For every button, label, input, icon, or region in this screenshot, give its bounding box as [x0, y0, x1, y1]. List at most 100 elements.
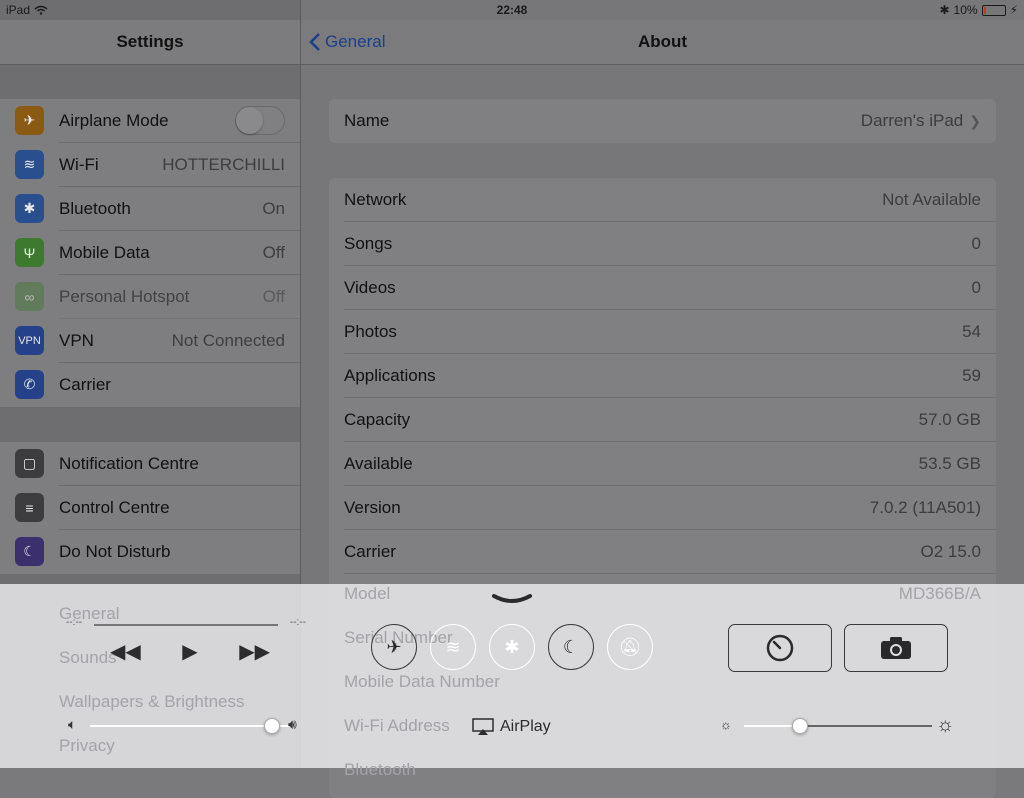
- rotation-lock-toggle[interactable]: 🔕︎: [607, 624, 653, 670]
- phone-icon: ✆: [15, 370, 44, 399]
- elapsed-time: --:--: [66, 617, 83, 628]
- airplay-label: AirPlay: [500, 718, 551, 735]
- dimmed-about-label: Mobile Data Number: [344, 672, 500, 691]
- chevron-right-icon: ❯: [969, 113, 981, 129]
- dimmed-about-label: Model: [344, 584, 391, 603]
- airplay-icon: [472, 718, 494, 735]
- dimmed-about-label: Bluetooth: [344, 760, 416, 779]
- row-label: Capacity: [344, 410, 411, 429]
- volume-thumb[interactable]: [264, 718, 280, 734]
- sidebar-item-notification-centre[interactable]: ▢ Notification Centre: [0, 442, 300, 486]
- row-value: 7.0.2 (11A501): [869, 498, 981, 517]
- sidebar-item-label: Control Centre: [59, 498, 170, 517]
- brightness-high-icon: ☼: [936, 714, 955, 736]
- row-value: 0: [971, 278, 981, 297]
- media-controls: ◀◀ ▶ ▶▶: [110, 636, 270, 666]
- dimmed-sidebar-label: Sounds: [59, 648, 117, 667]
- row-value: 0: [971, 234, 981, 253]
- sidebar-item-label: VPN: [59, 331, 94, 350]
- sidebar-item-label: Wi-Fi: [59, 155, 99, 174]
- sidebar-item-value: Off: [262, 287, 285, 306]
- do-not-disturb-toggle[interactable]: ☾: [548, 624, 594, 670]
- fast-forward-icon[interactable]: ▶▶: [239, 639, 270, 664]
- bluetooth-toggle[interactable]: ✱: [489, 624, 535, 670]
- antenna-icon: Ψ: [15, 238, 44, 267]
- about-row-network: Network Not Available: [329, 178, 996, 222]
- wifi-toggle[interactable]: ≋: [430, 624, 476, 670]
- name-label: Name: [344, 111, 390, 130]
- page-title: About: [637, 32, 688, 51]
- volume-track[interactable]: [90, 725, 290, 727]
- hotspot-icon: ∞: [15, 282, 44, 311]
- sidebar-item-wi-fi[interactable]: ≋ Wi-Fi HOTTERCHILLI: [0, 143, 300, 187]
- play-icon[interactable]: ▶: [182, 639, 197, 664]
- sidebar-item-airplane-mode[interactable]: ✈ Airplane Mode: [0, 99, 300, 143]
- clock: 22:48: [496, 3, 528, 17]
- sidebar-group-system: ▢ Notification Centre ≡ Control Centre ☾ Do N…: [0, 442, 300, 574]
- name-card: Name Darren's iPad ❯: [329, 99, 996, 143]
- row-label: Network: [344, 190, 407, 209]
- wifi-icon: ≋: [445, 636, 461, 657]
- sidebar-item-label: Do Not Disturb: [59, 542, 171, 561]
- moon-icon: ☾: [15, 537, 44, 566]
- sidebar-item-label: Mobile Data: [59, 243, 150, 262]
- media-scrubber[interactable]: --:-- --:--: [66, 617, 306, 633]
- control-centre-panel: Model MD366B/A Serial Number Mobile Data Nu…: [0, 584, 1024, 779]
- airplane-icon: ✈: [386, 636, 402, 657]
- about-row-carrier: Carrier O2 15.0: [329, 530, 996, 574]
- camera-icon: [881, 637, 911, 659]
- bluetooth-icon: ✱: [504, 636, 520, 657]
- row-label: Available: [344, 454, 413, 473]
- airplane-toggle[interactable]: ✈: [371, 624, 417, 670]
- sidebar-item-label: Airplane Mode: [59, 111, 169, 130]
- grabber-chevron-icon[interactable]: [492, 594, 532, 606]
- notification-icon: ▢: [15, 449, 44, 478]
- brightness-thumb[interactable]: [792, 718, 809, 734]
- sidebar-item-label: Personal Hotspot: [59, 287, 190, 306]
- vpn-icon: VPN: [15, 326, 44, 355]
- battery-percent: 10%: [953, 3, 978, 17]
- sidebar-item-do-not-disturb[interactable]: ☾ Do Not Disturb: [0, 530, 300, 574]
- row-label: Carrier: [344, 542, 396, 561]
- row-label: Songs: [344, 234, 393, 253]
- dimmed-about-value: MD366B/A: [898, 584, 981, 603]
- airplay-button[interactable]: AirPlay: [472, 716, 551, 738]
- row-value: 54: [962, 322, 981, 341]
- row-label: Photos: [344, 322, 397, 341]
- sidebar-item-personal-hotspot[interactable]: ∞ Personal Hotspot Off: [0, 275, 300, 319]
- camera-button[interactable]: [844, 624, 948, 672]
- about-row-photos: Photos 54: [329, 310, 996, 354]
- volume-control: 🔈︎ 🔊︎: [66, 714, 312, 738]
- row-value: 53.5 GB: [918, 454, 981, 473]
- sidebar-item-control-centre[interactable]: ≡ Control Centre: [0, 486, 300, 530]
- sidebar-item-mobile-data[interactable]: Ψ Mobile Data Off: [0, 231, 300, 275]
- sidebar-group-connectivity: ✈ Airplane Mode ≋ Wi-Fi HOTTERCHILLI ✱ Bluetoo…: [0, 99, 300, 407]
- charging-icon: ⚡: [1009, 3, 1018, 17]
- volume-high-icon: 🔊︎: [288, 716, 297, 732]
- sidebar-item-label: Carrier: [59, 375, 111, 394]
- name-row[interactable]: Name Darren's iPad ❯: [329, 99, 996, 143]
- sidebar-item-vpn[interactable]: VPN VPN Not Connected: [0, 319, 300, 363]
- bluetooth-status-icon: ✱: [939, 3, 950, 17]
- battery-icon: [981, 4, 1006, 16]
- wifi-icon: ≋: [15, 150, 44, 179]
- airplane-mode-switch[interactable]: [235, 106, 285, 135]
- dimmed-about-label: Wi-Fi Address: [344, 716, 450, 735]
- status-bar: iPad 22:48 ✱ 10% ⚡: [0, 0, 1024, 20]
- dimmed-sidebar-label: Privacy: [59, 736, 115, 755]
- switch-knob: [236, 107, 263, 134]
- remaining-time: --:--: [289, 617, 306, 628]
- volume-low-icon: 🔈︎: [68, 716, 77, 732]
- brightness-track[interactable]: [800, 725, 932, 727]
- dimmed-sidebar-label: Wallpapers & Brightness: [59, 692, 245, 711]
- sidebar-item-carrier[interactable]: ✆ Carrier: [0, 363, 300, 407]
- about-row-available: Available 53.5 GB: [329, 442, 996, 486]
- row-label: Applications: [344, 366, 436, 385]
- moon-icon: ☾: [562, 636, 580, 657]
- name-value: Darren's iPad: [860, 111, 964, 130]
- timer-button[interactable]: [728, 624, 832, 672]
- rewind-icon[interactable]: ◀◀: [110, 639, 141, 664]
- row-separator: [344, 573, 996, 574]
- brightness-control: ☼ ☼: [718, 714, 964, 738]
- sidebar-item-bluetooth[interactable]: ✱ Bluetooth On: [0, 187, 300, 231]
